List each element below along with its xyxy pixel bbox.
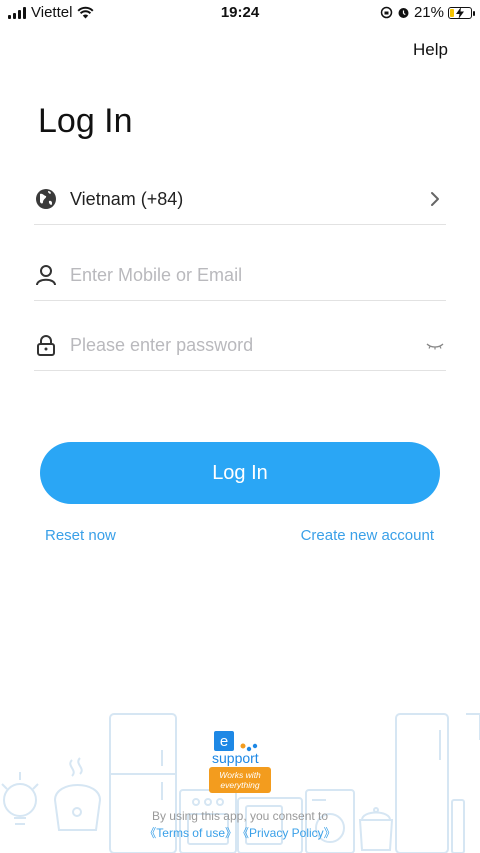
battery-level — [450, 8, 454, 17]
password-input[interactable] — [70, 331, 410, 359]
country-value: Vietnam (+84) — [70, 189, 184, 209]
status-right: 21% — [380, 4, 475, 21]
consent-text: By using this app, you consent to — [151, 809, 329, 823]
login-button[interactable]: Log In — [40, 442, 440, 504]
account-field — [34, 251, 446, 301]
battery-charging-icon — [448, 6, 475, 19]
status-bar: Viettel 19:24 21% — [0, 0, 480, 26]
battery-percent: 21% — [413, 4, 444, 21]
reset-password-link[interactable]: Reset now — [45, 527, 116, 544]
create-account-link[interactable]: Create new account — [301, 527, 434, 544]
help-link[interactable]: Help — [413, 40, 448, 60]
rotation-lock-icon — [380, 6, 393, 19]
alarm-icon — [398, 8, 409, 18]
globe-icon — [36, 189, 56, 209]
chevron-right-icon — [431, 192, 439, 206]
brand-tagline: Works with everything — [219, 770, 261, 790]
account-input[interactable] — [70, 261, 410, 289]
lock-icon — [37, 335, 55, 356]
country-selector[interactable]: Vietnam (+84) — [34, 175, 446, 225]
eye-closed-icon[interactable] — [424, 334, 446, 356]
terms-of-use-link[interactable]: 《Terms of use》 — [144, 826, 237, 840]
privacy-policy-link[interactable]: 《Privacy Policy》 — [243, 826, 336, 840]
page-title: Log In — [38, 102, 133, 140]
consent-links: 《Terms of use》 《Privacy Policy》 — [0, 824, 480, 841]
esupport-logo: e support Works with everything — [209, 731, 271, 793]
brand-name: support — [212, 750, 259, 766]
user-icon — [36, 265, 56, 286]
brand-e: e — [220, 733, 228, 750]
charging-bolt-icon — [456, 6, 464, 19]
password-field — [34, 321, 446, 371]
